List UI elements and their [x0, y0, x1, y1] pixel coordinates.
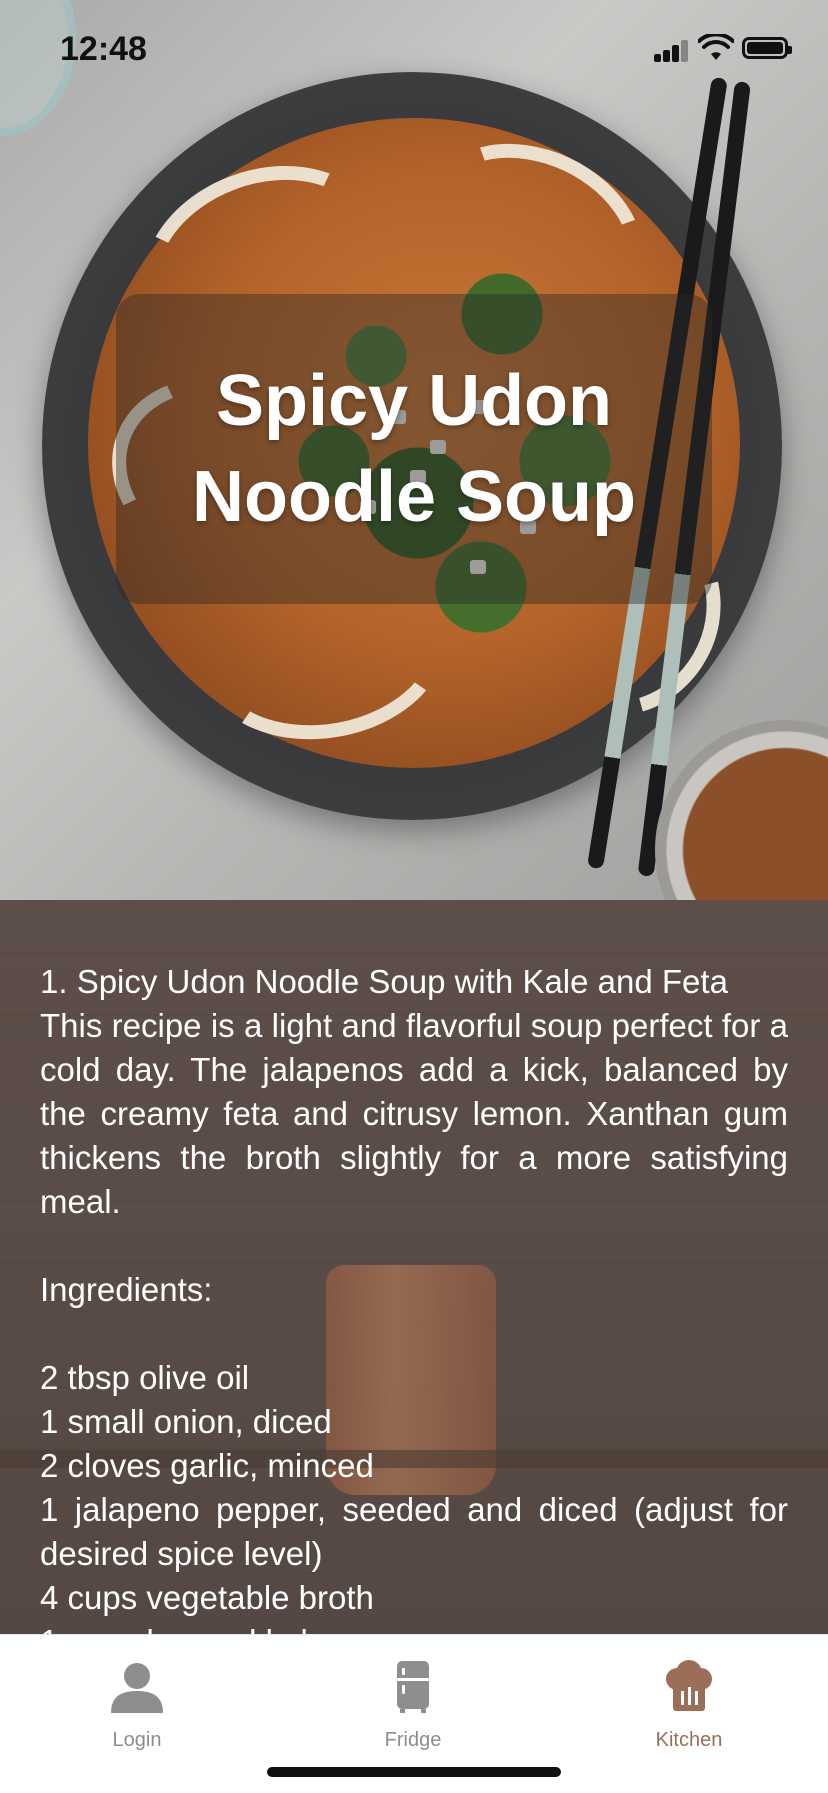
recipe-title-card: Spicy Udon Noodle Soup — [116, 294, 712, 604]
battery-icon — [742, 37, 792, 59]
status-time: 12:48 — [60, 30, 147, 68]
spice-cup — [655, 720, 828, 900]
status-bar: 12:48 — [0, 0, 828, 100]
recipe-description: This recipe is a light and flavorful sou… — [40, 1007, 788, 1220]
tab-label: Fridge — [384, 1729, 442, 1751]
tab-kitchen[interactable]: Kitchen — [589, 1645, 789, 1755]
ingredient-item: 4 cups vegetable broth — [40, 1579, 374, 1616]
recipe-hero-image: Spicy Udon Noodle Soup — [0, 0, 828, 900]
ingredients-label: Ingredients: — [40, 1271, 213, 1308]
person-icon — [111, 1663, 163, 1713]
chef-hat-icon — [666, 1660, 712, 1711]
ingredient-item: 2 cloves garlic, minced — [40, 1447, 374, 1484]
cellular-signal-icon — [654, 40, 690, 62]
fridge-icon — [397, 1661, 429, 1713]
recipe-content[interactable]: 1. Spicy Udon Noodle Soup with Kale and … — [0, 900, 828, 1634]
ingredient-item: 2 tbsp olive oil — [40, 1359, 250, 1396]
recipe-title: Spicy Udon Noodle Soup — [192, 361, 636, 537]
tab-label: Kitchen — [655, 1729, 723, 1751]
tab-fridge[interactable]: Fridge — [313, 1645, 513, 1755]
home-indicator[interactable] — [267, 1767, 561, 1777]
wifi-icon — [698, 34, 734, 60]
tab-label: Login — [112, 1729, 162, 1751]
ingredient-item: 1 small onion, diced — [40, 1403, 332, 1440]
ingredient-item: 1 jalapeno pepper, seeded and diced (adj… — [40, 1491, 788, 1572]
recipe-heading: 1. Spicy Udon Noodle Soup with Kale and … — [40, 963, 728, 1000]
recipe-text-block: 1. Spicy Udon Noodle Soup with Kale and … — [40, 960, 788, 1634]
tab-login[interactable]: Login — [37, 1645, 237, 1755]
ingredient-item: 1 cup chopped kale — [40, 1620, 788, 1634]
